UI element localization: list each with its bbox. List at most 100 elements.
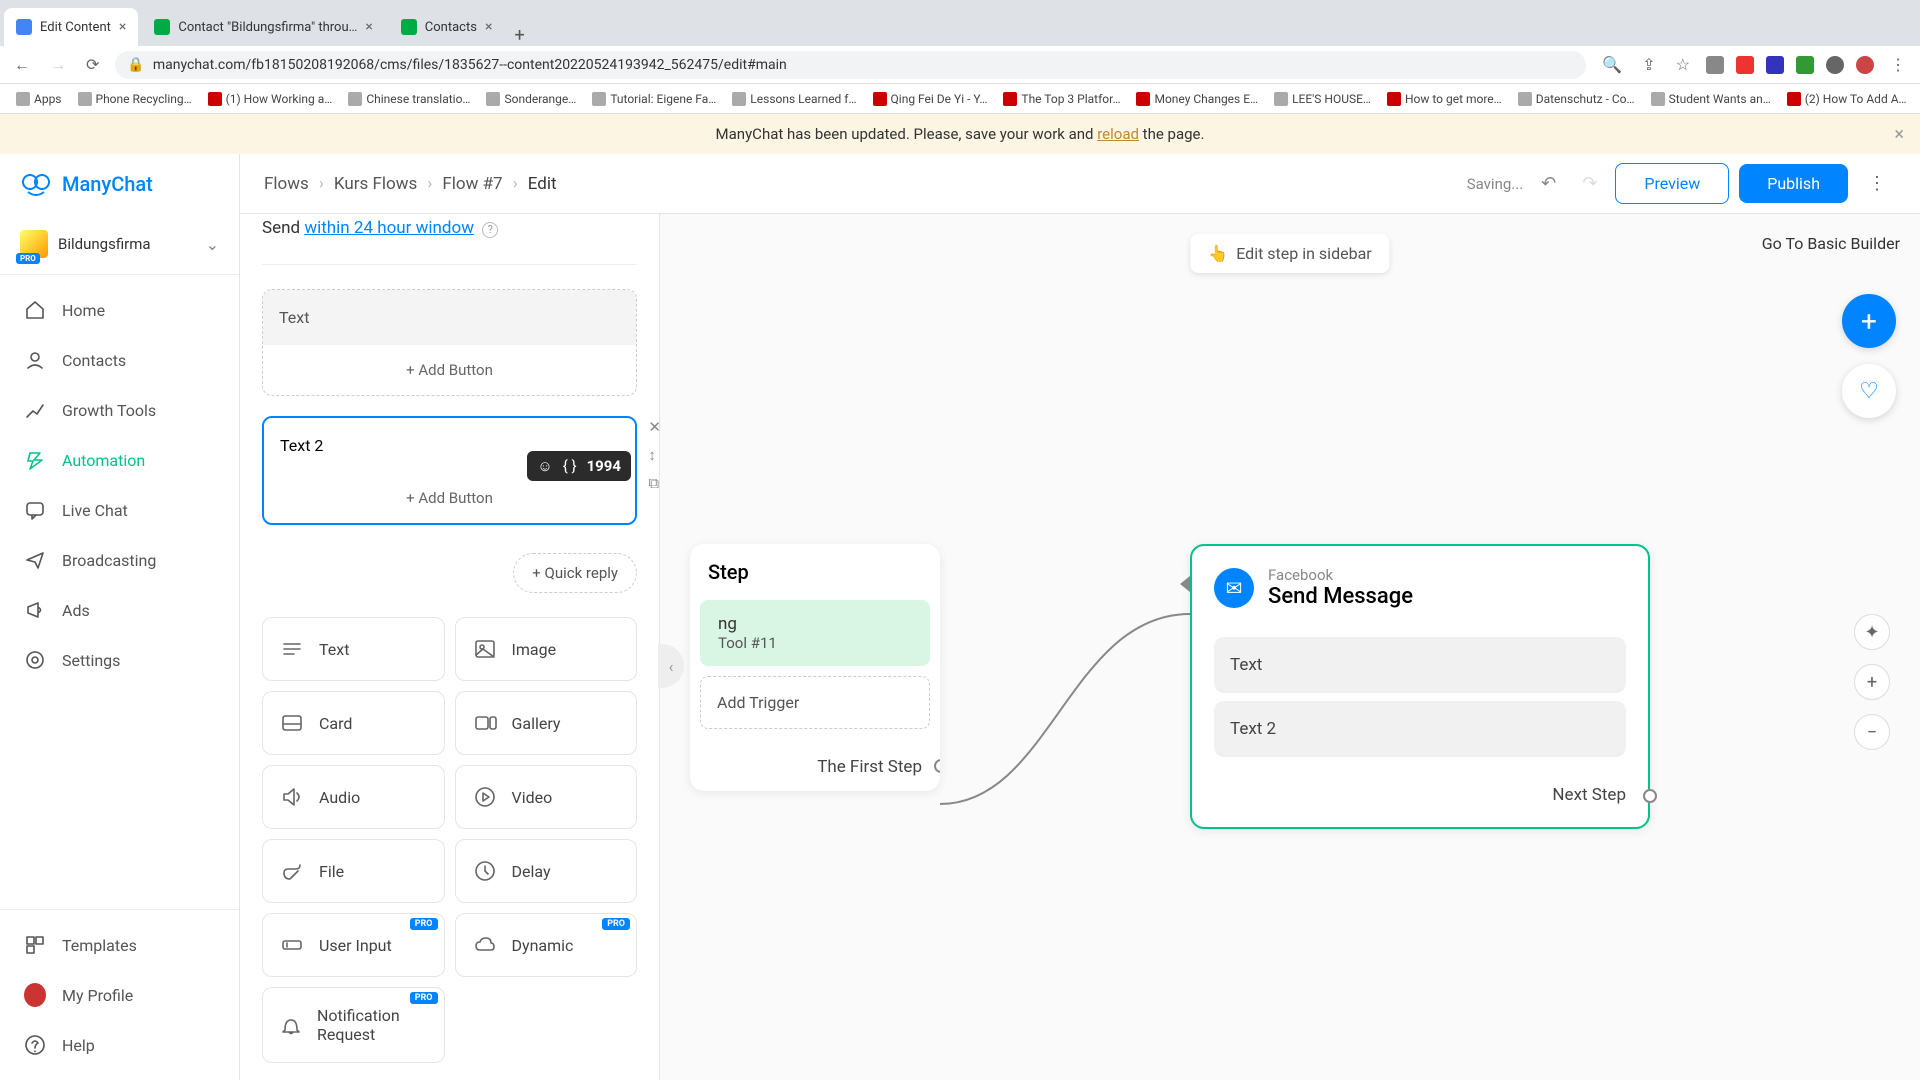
text-block-active[interactable]: ✕ ↕ ⧉ Text 2 ☺ { } 1994 + Add Button <box>262 416 637 525</box>
output-port[interactable] <box>1643 789 1657 803</box>
bookmark-item[interactable]: Tutorial: Eigene Fa… <box>586 89 722 109</box>
bookmark-item[interactable]: Datenschutz - Co… <box>1512 89 1641 109</box>
duplicate-block-icon[interactable]: ⧉ <box>648 474 660 492</box>
variable-icon[interactable]: { } <box>563 457 577 475</box>
bookmark-item[interactable]: Phone Recycling… <box>72 89 198 109</box>
element-delay[interactable]: Delay <box>455 839 638 903</box>
bookmark-item[interactable]: Qing Fei De Yi - Y… <box>867 89 994 109</box>
reload-icon[interactable]: ⟳ <box>82 51 103 78</box>
trigger-row[interactable]: ng Tool #11 <box>700 600 930 666</box>
nav-help[interactable]: Help <box>0 1020 239 1070</box>
zoom-in-button[interactable]: + <box>1854 664 1890 700</box>
collapse-panel-button[interactable]: ‹ <box>658 644 684 688</box>
emoji-icon[interactable]: ☺ <box>537 457 552 475</box>
element-text[interactable]: Text <box>262 617 445 681</box>
more-menu-button[interactable]: ⋮ <box>1858 165 1896 202</box>
star-icon[interactable]: ☆ <box>1672 51 1694 78</box>
add-quick-reply-button[interactable]: + Quick reply <box>513 553 637 593</box>
bookmark-item[interactable]: (2) How To Add A… <box>1781 89 1913 109</box>
info-icon[interactable]: ? <box>482 222 498 238</box>
element-image[interactable]: Image <box>455 617 638 681</box>
message-node[interactable]: ✉ Facebook Send Message Text Text 2 Next… <box>1190 544 1650 829</box>
bookmark-item[interactable]: Lessons Learned f… <box>726 89 862 109</box>
undo-button[interactable]: ↶ <box>1533 169 1564 198</box>
nav-automation[interactable]: Automation <box>0 435 239 485</box>
share-icon[interactable]: ⇪ <box>1638 51 1659 78</box>
browser-tab-active[interactable]: Edit Content × <box>4 8 138 46</box>
element-dynamic[interactable]: PRODynamic <box>455 913 638 977</box>
bookmark-item[interactable]: How to get more… <box>1381 89 1508 109</box>
preview-button[interactable]: Preview <box>1615 163 1729 204</box>
move-block-icon[interactable]: ↕ <box>648 446 660 464</box>
basic-builder-link[interactable]: Go To Basic Builder <box>1762 234 1900 253</box>
extension-icon[interactable] <box>1796 56 1814 74</box>
bookmark-item[interactable]: The Top 3 Platfor… <box>997 89 1126 109</box>
crumb-link[interactable]: Flow #7 <box>442 174 502 194</box>
bookmark-item[interactable]: Sonderange… <box>480 89 582 109</box>
crumb-link[interactable]: Kurs Flows <box>334 174 417 194</box>
flow-canvas[interactable]: ‹ 👆 Edit step in sidebar Go To Basic Bui… <box>660 214 1920 1080</box>
output-port[interactable] <box>934 759 940 773</box>
reload-link[interactable]: reload <box>1097 125 1139 143</box>
bookmark-item[interactable]: Student Wants an… <box>1645 89 1777 109</box>
nav-settings[interactable]: Settings <box>0 635 239 685</box>
add-trigger-button[interactable]: Add Trigger <box>700 676 930 729</box>
zoom-icon[interactable]: 🔍 <box>1598 51 1626 78</box>
element-notification-request[interactable]: PRONotification Request <box>262 987 445 1063</box>
close-icon[interactable]: × <box>1894 124 1904 145</box>
edit-hint[interactable]: 👆 Edit step in sidebar <box>1190 234 1389 273</box>
element-audio[interactable]: Audio <box>262 765 445 829</box>
bookmark-item[interactable]: (1) How Working a… <box>202 89 339 109</box>
element-card[interactable]: Card <box>262 691 445 755</box>
profile-avatar-icon[interactable] <box>1856 56 1874 74</box>
crumb-link[interactable]: Flows <box>264 174 309 194</box>
browser-tab[interactable]: Contact "Bildungsfirma" throu… × <box>142 8 384 46</box>
add-button-row[interactable]: + Add Button <box>263 345 636 395</box>
nav-growth-tools[interactable]: Growth Tools <box>0 385 239 435</box>
extension-icon[interactable] <box>1766 56 1784 74</box>
add-step-fab[interactable]: + <box>1842 294 1896 348</box>
send-window-link[interactable]: within 24 hour window <box>304 218 474 238</box>
extension-icon[interactable] <box>1706 56 1724 74</box>
nav-broadcasting[interactable]: Broadcasting <box>0 535 239 585</box>
workspace-selector[interactable]: PRO Bildungsfirma ⌄ <box>0 214 239 275</box>
text-content[interactable]: Text <box>263 290 636 345</box>
forward-icon[interactable]: → <box>46 51 70 79</box>
back-icon[interactable]: ← <box>10 51 34 79</box>
redo-button[interactable]: ↷ <box>1574 169 1605 198</box>
favorite-fab[interactable]: ♡ <box>1842 364 1896 418</box>
start-node[interactable]: Step ng Tool #11 Add Trigger The First S… <box>690 544 940 791</box>
bookmark-item[interactable]: Chinese translatio… <box>342 89 476 109</box>
close-icon[interactable]: × <box>365 19 372 35</box>
nav-contacts[interactable]: Contacts <box>0 335 239 385</box>
auto-arrange-button[interactable]: ✦ <box>1854 614 1890 650</box>
new-tab-button[interactable]: + <box>504 25 534 46</box>
element-user-input[interactable]: PROUser Input <box>262 913 445 977</box>
nav-ads[interactable]: Ads <box>0 585 239 635</box>
message-bubble[interactable]: Text 2 <box>1214 701 1626 757</box>
bookmark-item[interactable]: Download - Cooki… <box>1917 89 1920 109</box>
url-field[interactable]: 🔒 manychat.com/fb18150208192068/cms/file… <box>115 51 1586 79</box>
brand-logo[interactable]: ManyChat <box>0 154 239 214</box>
close-icon[interactable]: × <box>485 19 492 35</box>
element-gallery[interactable]: Gallery <box>455 691 638 755</box>
input-port[interactable] <box>1180 576 1190 592</box>
bookmark-item[interactable]: Money Changes E… <box>1130 89 1264 109</box>
zoom-out-button[interactable]: − <box>1854 714 1890 750</box>
element-file[interactable]: File <box>262 839 445 903</box>
delete-block-icon[interactable]: ✕ <box>648 418 660 436</box>
nav-live-chat[interactable]: Live Chat <box>0 485 239 535</box>
nav-templates[interactable]: Templates <box>0 920 239 970</box>
extension-icon[interactable] <box>1736 56 1754 74</box>
extension-icon[interactable] <box>1826 56 1844 74</box>
text-block[interactable]: Text + Add Button <box>262 289 637 396</box>
publish-button[interactable]: Publish <box>1739 164 1848 203</box>
message-bubble[interactable]: Text <box>1214 637 1626 693</box>
nav-home[interactable]: Home <box>0 285 239 335</box>
menu-icon[interactable]: ⋮ <box>1886 51 1910 78</box>
bookmark-item[interactable]: Apps <box>10 89 68 109</box>
nav-profile[interactable]: My Profile <box>0 970 239 1020</box>
bookmark-item[interactable]: LEE'S HOUSE… <box>1268 89 1377 109</box>
close-icon[interactable]: × <box>119 19 126 35</box>
element-video[interactable]: Video <box>455 765 638 829</box>
